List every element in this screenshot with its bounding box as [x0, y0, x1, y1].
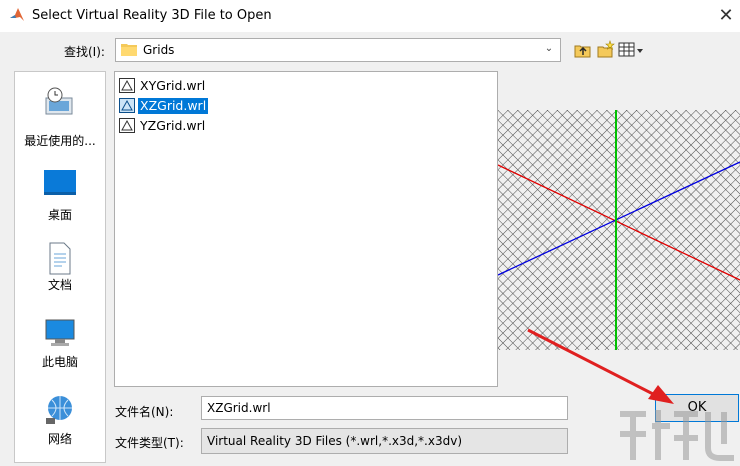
preview-3d-grid [498, 110, 740, 350]
view-menu-icon[interactable] [618, 40, 644, 60]
file-name: XZGrid.wrl [138, 98, 209, 114]
documents-icon [49, 242, 71, 275]
recent-places-icon [45, 87, 73, 115]
title-bar: Select Virtual Reality 3D File to Open ✕ [0, 0, 740, 32]
desktop-icon [44, 170, 76, 195]
file-name-input[interactable]: XZGrid.wrl [201, 396, 568, 420]
place-network[interactable]: 网络 [15, 394, 105, 466]
network-icon [46, 396, 72, 424]
places-bar: 最近使用的... 桌面 文档 此电脑 网络 [14, 71, 106, 463]
vrml-file-icon [119, 98, 135, 113]
place-label: 最近使用的... [24, 134, 96, 148]
file-name-label: 文件名(N): [115, 405, 174, 419]
file-type-dropdown[interactable]: Virtual Reality 3D Files (*.wrl,*.x3d,*.… [201, 428, 568, 454]
vrml-file-icon [119, 78, 135, 93]
close-icon: ✕ [718, 5, 734, 26]
matlab-logo-icon [10, 8, 24, 21]
place-label: 此电脑 [41, 355, 78, 369]
close-button[interactable]: ✕ [712, 2, 740, 30]
up-one-level-icon[interactable] [573, 40, 593, 60]
place-label: 桌面 [47, 208, 72, 222]
place-desktop[interactable]: 桌面 [15, 168, 105, 240]
place-documents[interactable]: 文档 [15, 242, 105, 314]
file-type-value: Virtual Reality 3D Files (*.wrl,*.x3d,*.… [207, 434, 463, 448]
this-pc-icon [45, 319, 75, 346]
file-list[interactable]: XYGrid.wrl XZGrid.wrl YZGrid.wrl [114, 71, 498, 387]
file-name: XYGrid.wrl [140, 78, 206, 93]
chevron-down-icon[interactable]: ⌄ [542, 42, 556, 56]
look-in-value: Grids [143, 43, 175, 57]
ok-button[interactable]: OK [655, 394, 739, 422]
new-folder-icon[interactable] [596, 40, 616, 60]
look-in-label: 查找(I): [64, 45, 105, 59]
place-this-pc[interactable]: 此电脑 [15, 317, 105, 389]
place-label: 文档 [47, 278, 72, 292]
vrml-file-icon [119, 118, 135, 133]
file-name-value: XZGrid.wrl [207, 401, 271, 415]
file-type-label: 文件类型(T): [115, 436, 184, 450]
look-in-dropdown[interactable]: Grids ⌄ [115, 38, 561, 62]
window-title: Select Virtual Reality 3D File to Open [32, 8, 272, 23]
place-recent[interactable]: 最近使用的... [15, 86, 105, 158]
place-label: 网络 [47, 432, 72, 446]
folder-icon [121, 44, 137, 56]
file-name: YZGrid.wrl [140, 118, 206, 133]
